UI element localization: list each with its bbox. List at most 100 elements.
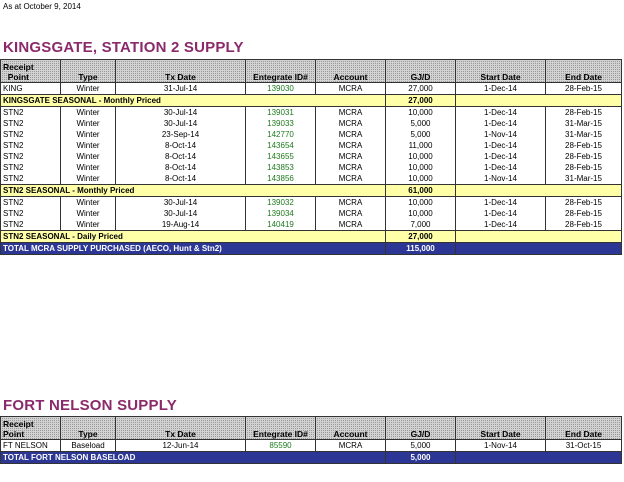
table-cell: 8-Oct-14 <box>115 173 246 185</box>
col-tx-date: Tx Date <box>115 59 246 83</box>
table-cell: 31-Mar-15 <box>545 118 622 129</box>
table-cell: 5,000 <box>385 439 456 452</box>
table-cell: STN2 <box>0 106 61 118</box>
table-cell: STN2 <box>0 162 61 173</box>
col-tx-date: Tx Date <box>115 416 246 440</box>
kingsgate-table: Receipt Point Type Tx Date Entegrate ID#… <box>0 59 622 255</box>
mcra-grand-total: TOTAL MCRA SUPPLY PURCHASED (AECO, Hunt … <box>0 242 622 255</box>
stn2-seasonal-subtotal: STN2 SEASONAL - Monthly Priced 61,000 <box>0 184 622 197</box>
col-end-date: End Date <box>545 416 622 440</box>
fortnelson-total-blank <box>455 451 622 464</box>
table-cell: MCRA <box>315 196 386 208</box>
table-cell: 139033 <box>245 118 316 129</box>
table-cell: 30-Jul-14 <box>115 118 246 129</box>
stn2-daily-subtotal: STN2 SEASONAL - Daily Priced 27,000 <box>0 230 622 243</box>
table-cell: 143856 <box>245 173 316 185</box>
table-row: STN2 Winter 23-Sep-14 142770 MCRA 5,000 1-Nov-… <box>0 129 622 140</box>
stn2-seasonal-subtotal-label: STN2 SEASONAL - Monthly Priced <box>0 184 386 197</box>
table-cell: 28-Feb-15 <box>545 196 622 208</box>
mcra-grand-total-label: TOTAL MCRA SUPPLY PURCHASED (AECO, Hunt … <box>0 242 386 255</box>
table-cell: Winter <box>60 208 116 219</box>
table-cell: MCRA <box>315 140 386 151</box>
table-cell: 10,000 <box>385 151 456 162</box>
table-cell: 31-Mar-15 <box>545 173 622 185</box>
table-cell: MCRA <box>315 106 386 118</box>
header-row: Receipt Point Type Tx Date Entegrate ID#… <box>0 59 622 83</box>
col-gjd: GJ/D <box>385 59 456 83</box>
kingsgate-seasonal-subtotal-value: 27,000 <box>385 94 456 107</box>
table-cell: 1-Dec-14 <box>455 106 546 118</box>
table-cell: STN2 <box>0 208 61 219</box>
table-cell: Winter <box>60 118 116 129</box>
as-at-date: As at October 9, 2014 <box>3 2 81 11</box>
table-row: FT NELSON Baseload 12-Jun-14 85590 MCRA 5,000… <box>0 439 622 452</box>
table-cell: MCRA <box>315 118 386 129</box>
col-receipt-point: Receipt Point <box>0 416 61 440</box>
table-cell: 30-Jul-14 <box>115 196 246 208</box>
table-cell: 1-Nov-14 <box>455 439 546 452</box>
col-gjd: GJ/D <box>385 416 456 440</box>
col-start-date: Start Date <box>455 416 546 440</box>
col-entegrate-id: Entegrate ID# <box>245 416 316 440</box>
table-cell: 139030 <box>245 82 316 95</box>
table-cell: STN2 <box>0 219 61 231</box>
table-cell: 31-Oct-15 <box>545 439 622 452</box>
kingsgate-seasonal-subtotal-label: KINGSGATE SEASONAL - Monthly Priced <box>0 94 386 107</box>
table-cell: MCRA <box>315 162 386 173</box>
table-cell: 139034 <box>245 208 316 219</box>
stn2-daily-subtotal-value: 27,000 <box>385 230 456 243</box>
table-cell: Winter <box>60 140 116 151</box>
table-cell: Winter <box>60 219 116 231</box>
table-cell: FT NELSON <box>0 439 61 452</box>
table-cell: KING <box>0 82 61 95</box>
table-cell: 1-Dec-14 <box>455 196 546 208</box>
table-cell: Winter <box>60 162 116 173</box>
table-cell: 8-Oct-14 <box>115 162 246 173</box>
stn2-daily-subtotal-label: STN2 SEASONAL - Daily Priced <box>0 230 386 243</box>
table-cell: 19-Aug-14 <box>115 219 246 231</box>
table-row: STN2 Winter 8-Oct-14 143655 MCRA 10,000 1-Dec-… <box>0 151 622 162</box>
table-cell: Winter <box>60 82 116 95</box>
table-cell: STN2 <box>0 151 61 162</box>
table-cell: 1-Nov-14 <box>455 129 546 140</box>
table-cell: 12-Jun-14 <box>115 439 246 452</box>
table-cell: 8-Oct-14 <box>115 140 246 151</box>
col-type: Type <box>60 59 116 83</box>
table-cell: 28-Feb-15 <box>545 208 622 219</box>
table-cell: 143853 <box>245 162 316 173</box>
stn2-seasonal-subtotal-blank <box>455 184 622 197</box>
table-row: STN2 Winter 19-Aug-14 140419 MCRA 7,000 1-Dec-… <box>0 219 622 231</box>
table-cell: 11,000 <box>385 140 456 151</box>
table-cell: 28-Feb-15 <box>545 82 622 95</box>
table-row: STN2 Winter 8-Oct-14 143853 MCRA 10,000 1-Dec-… <box>0 162 622 173</box>
col-start-date: Start Date <box>455 59 546 83</box>
col-end-date: End Date <box>545 59 622 83</box>
table-cell: 1-Dec-14 <box>455 151 546 162</box>
table-cell: STN2 <box>0 196 61 208</box>
table-cell: 10,000 <box>385 208 456 219</box>
fortnelson-total-label: TOTAL FORT NELSON BASELOAD <box>0 451 386 464</box>
col-account: Account <box>315 416 386 440</box>
mcra-grand-total-value: 115,000 <box>385 242 456 255</box>
table-cell: 1-Dec-14 <box>455 140 546 151</box>
table-cell: 1-Dec-14 <box>455 82 546 95</box>
table-cell: 10,000 <box>385 173 456 185</box>
table-row: KING Winter 31-Jul-14 139030 MCRA 27,000 1-Dec… <box>0 82 622 95</box>
table-cell: 28-Feb-15 <box>545 219 622 231</box>
stn2-daily-subtotal-blank <box>455 230 622 243</box>
table-cell: MCRA <box>315 173 386 185</box>
col-account: Account <box>315 59 386 83</box>
col-type: Type <box>60 416 116 440</box>
table-cell: 143654 <box>245 140 316 151</box>
fortnelson-total: TOTAL FORT NELSON BASELOAD 5,000 <box>0 451 622 464</box>
table-cell: 139031 <box>245 106 316 118</box>
table-cell: 1-Dec-14 <box>455 162 546 173</box>
table-cell: MCRA <box>315 219 386 231</box>
table-cell: 139032 <box>245 196 316 208</box>
table-row: STN2 Winter 8-Oct-14 143856 MCRA 10,000 1-Nov-… <box>0 173 622 185</box>
table-cell: STN2 <box>0 118 61 129</box>
table-row: STN2 Winter 30-Jul-14 139033 MCRA 5,000 1-Dec-… <box>0 118 622 129</box>
kingsgate-title: KINGSGATE, STATION 2 SUPPLY <box>3 39 244 56</box>
table-cell: 8-Oct-14 <box>115 151 246 162</box>
kingsgate-seasonal-subtotal-blank <box>455 94 622 107</box>
